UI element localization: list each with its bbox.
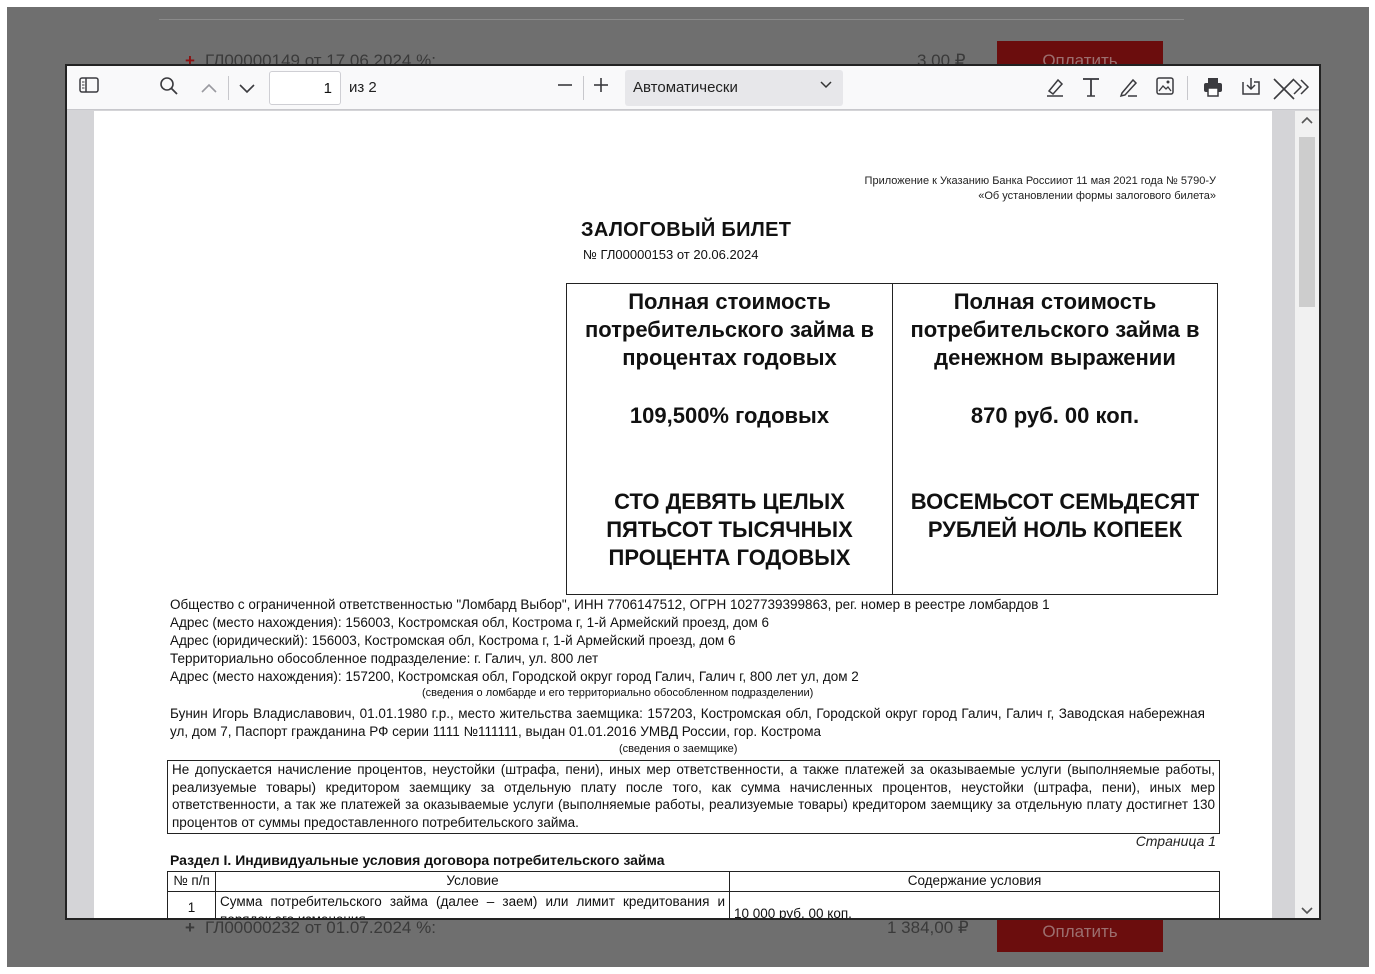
conditions-table: № п/п Условие Содержание условия 1 Сумма… bbox=[167, 871, 1220, 918]
lombard-info-line: Территориально обособленное подразделени… bbox=[170, 651, 599, 666]
lombard-info-line: Общество с ограниченной ответственностью… bbox=[170, 597, 1050, 612]
lombard-info-line: Адрес (место нахождения): 157200, Костро… bbox=[170, 669, 859, 684]
cost-money-cell: Полная стоимость потребительского займа … bbox=[892, 284, 1217, 594]
zoom-out-icon[interactable] bbox=[553, 76, 577, 100]
background-row-amount: 1 384,00 ₽ bbox=[887, 918, 969, 937]
chevron-down-icon[interactable] bbox=[235, 76, 259, 100]
table-row: 1 Сумма потребительского займа (далее – … bbox=[167, 891, 1220, 918]
search-icon[interactable] bbox=[157, 76, 181, 100]
cost-money-value: 870 руб. 00 коп. bbox=[970, 403, 1140, 428]
lombard-caption: (сведения о ломбарде и его территориальн… bbox=[422, 687, 814, 699]
image-icon[interactable] bbox=[1153, 76, 1177, 100]
loan-cost-table: Полная стоимость потребительского займа … bbox=[566, 283, 1218, 595]
row-value: 10 000 руб. 00 коп. bbox=[729, 891, 1220, 918]
document-title: ЗАЛОГОВЫЙ БИЛЕТ bbox=[581, 219, 792, 241]
zoom-in-icon[interactable] bbox=[589, 76, 613, 100]
page-label: Страница 1 bbox=[1135, 833, 1216, 849]
row-number: 1 bbox=[167, 891, 216, 918]
table-header-row: № п/п Условие Содержание условия bbox=[167, 871, 1220, 892]
page-number-input[interactable] bbox=[269, 71, 341, 105]
highlight-icon[interactable] bbox=[1043, 76, 1067, 100]
pdf-page: Приложение к Указанию Банка Россииот 11 … bbox=[94, 111, 1272, 918]
row-condition: Сумма потребительского займа (далее – за… bbox=[215, 891, 730, 918]
lombard-info-line: Адрес (место нахождения): 156003, Костро… bbox=[170, 615, 770, 630]
vertical-scrollbar[interactable] bbox=[1295, 111, 1319, 918]
chevron-down-icon bbox=[819, 77, 833, 94]
pdf-toolbar: из 2 Автоматически bbox=[67, 66, 1319, 110]
interest-limit-notice: Не допускается начисление процентов, неу… bbox=[167, 760, 1220, 834]
cost-money-words: ВОСЕМЬСОТ СЕМЬДЕСЯТ РУБЛЕЙ НОЛЬ КОПЕЕК bbox=[910, 489, 1200, 542]
scroll-up-icon[interactable] bbox=[1295, 113, 1319, 131]
borrower-caption: (сведения о заемщике) bbox=[619, 743, 738, 755]
appendix-note: Приложение к Указанию Банка Россииот 11 … bbox=[865, 174, 1216, 204]
sidebar-toggle-icon[interactable] bbox=[77, 76, 101, 100]
cost-percent-words: СТО ДЕВЯТЬ ЦЕЛЫХ ПЯТЬСОТ ТЫСЯЧНЫХ ПРОЦЕН… bbox=[606, 489, 853, 570]
background-row-text: + ГЛ00000232 от 01.07.2024 %: bbox=[185, 918, 436, 937]
zoom-select[interactable]: Автоматически bbox=[625, 70, 843, 106]
toolbar-separator bbox=[583, 76, 584, 100]
more-tools-icon[interactable] bbox=[1289, 76, 1313, 100]
toolbar-separator bbox=[228, 76, 229, 100]
lombard-info-line: Адрес (юридический): 156003, Костромская… bbox=[170, 633, 736, 648]
column-header: Содержание условия bbox=[729, 871, 1220, 892]
scroll-down-icon[interactable] bbox=[1295, 904, 1319, 918]
column-header: № п/п bbox=[167, 871, 216, 892]
borrower-info: Бунин Игорь Владиславович, 01.01.1980 г.… bbox=[170, 706, 1205, 739]
print-icon[interactable] bbox=[1201, 76, 1225, 100]
background-row: + ГЛ00000232 от 01.07.2024 %: 1 384,00 ₽ … bbox=[159, 912, 1184, 967]
zoom-select-label: Автоматически bbox=[633, 79, 738, 96]
pdf-page-area[interactable]: Приложение к Указанию Банка Россииот 11 … bbox=[67, 111, 1295, 918]
page-count-label: из 2 bbox=[349, 79, 377, 96]
appendix-line: Приложение к Указанию Банка Россииот 11 … bbox=[864, 175, 1216, 187]
cost-percent-cell: Полная стоимость потребительского займа … bbox=[567, 284, 892, 594]
appendix-line: «Об установлении формы залогового билета… bbox=[978, 190, 1216, 202]
column-header: Условие bbox=[215, 871, 730, 892]
text-icon[interactable] bbox=[1079, 76, 1103, 100]
cost-percent-heading: Полная стоимость потребительского займа … bbox=[584, 289, 875, 370]
download-icon[interactable] bbox=[1239, 76, 1263, 100]
cost-percent-value: 109,500% годовых bbox=[629, 403, 830, 428]
toolbar-separator bbox=[1187, 76, 1188, 100]
draw-icon[interactable] bbox=[1117, 76, 1141, 100]
scroll-thumb[interactable] bbox=[1299, 137, 1315, 307]
cost-money-heading: Полная стоимость потребительского займа … bbox=[910, 289, 1200, 370]
chevron-up-icon[interactable] bbox=[197, 76, 221, 100]
section-title: Раздел I. Индивидуальные условия договор… bbox=[170, 852, 665, 868]
pdf-viewer: из 2 Автоматически bbox=[65, 64, 1321, 920]
document-number: № ГЛ00000153 от 20.06.2024 bbox=[583, 247, 759, 262]
